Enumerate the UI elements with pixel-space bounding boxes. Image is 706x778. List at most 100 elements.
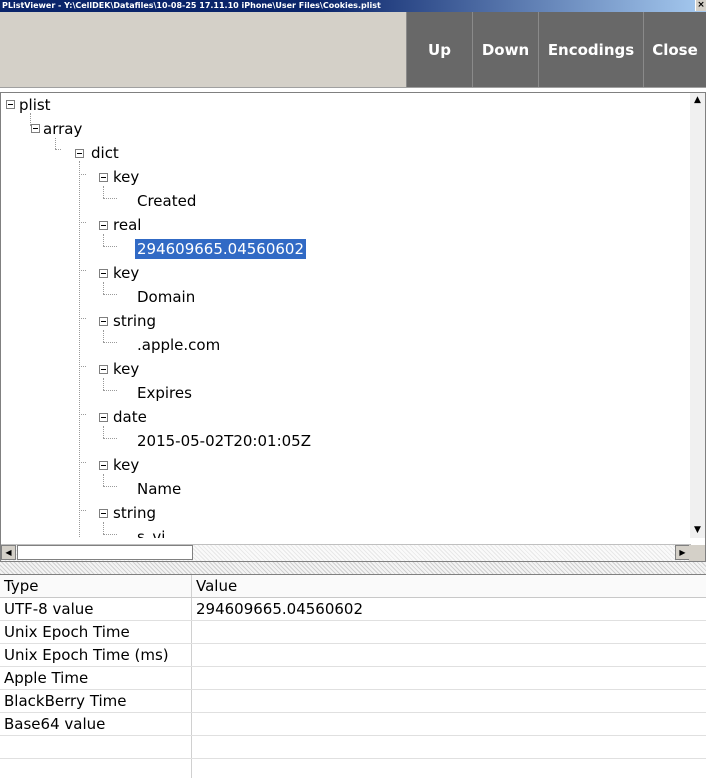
scroll-thumb[interactable] [17, 545, 193, 560]
table-row[interactable]: Unix Epoch Time [0, 621, 706, 644]
value-cell [192, 713, 706, 735]
window-close-icon[interactable]: × [695, 0, 706, 11]
tree-node-key[interactable]: key [113, 167, 139, 187]
title-bar: PListViewer - Y:\CellDEK\Datafiles\10-08… [0, 0, 706, 12]
table-row[interactable]: Apple Time [0, 667, 706, 690]
tree-connector [79, 222, 86, 223]
collapse-icon[interactable] [75, 149, 84, 158]
type-cell [0, 759, 192, 778]
tree-node-value[interactable]: Created [137, 191, 196, 211]
tree-connector [79, 366, 86, 367]
tree-connector [103, 390, 117, 391]
tree-connector [103, 438, 117, 439]
toolbar: Up Down Encodings Close [0, 12, 706, 88]
value-cell [192, 644, 706, 666]
value-cell [192, 667, 706, 689]
table-row[interactable]: BlackBerry Time [0, 690, 706, 713]
tree-connector [79, 510, 86, 511]
tree-node-value[interactable]: Name [137, 479, 181, 499]
tree-connector [103, 282, 104, 294]
tree-node-real[interactable]: real [113, 215, 141, 235]
tree-connector [103, 234, 104, 246]
tree-connector [103, 342, 117, 343]
tree-connector [79, 462, 86, 463]
type-cell: BlackBerry Time [0, 690, 192, 712]
tree-node-dict[interactable]: dict [91, 143, 119, 163]
tree-connector [103, 294, 117, 295]
value-cell [192, 621, 706, 643]
type-cell: Base64 value [0, 713, 192, 735]
tree-connector [103, 426, 104, 438]
tree-connector [103, 474, 104, 486]
type-column-header[interactable]: Type [0, 575, 192, 597]
collapse-icon[interactable] [99, 413, 108, 422]
tree-connector [103, 198, 117, 199]
tree-connector [55, 149, 61, 150]
table-row[interactable]: Unix Epoch Time (ms) [0, 644, 706, 667]
value-cell: 294609665.04560602 [196, 600, 364, 618]
collapse-icon[interactable] [6, 100, 15, 109]
scroll-right-arrow-icon[interactable]: ▶ [675, 545, 690, 560]
collapse-icon[interactable] [99, 173, 108, 182]
tree-node-value[interactable]: Domain [137, 287, 195, 307]
scrollbar-corner [689, 545, 705, 561]
collapse-icon[interactable] [99, 461, 108, 470]
plist-tree-panel: plist array dict key Created real 294609… [0, 92, 706, 562]
tree-connector [103, 246, 117, 247]
tree-connector [79, 174, 86, 175]
tree-connector [79, 270, 86, 271]
tree-connector [103, 534, 117, 535]
tree-connector [79, 161, 80, 538]
window-title: PListViewer - Y:\CellDEK\Datafiles\10-08… [2, 1, 381, 10]
value-grid: Type Value UTF-8 value 294609665.0456060… [0, 574, 706, 778]
type-cell: Unix Epoch Time [0, 621, 192, 643]
down-button[interactable]: Down [472, 12, 538, 87]
tree-node-string[interactable]: string [113, 503, 156, 523]
up-button[interactable]: Up [406, 12, 472, 87]
tree-connector [103, 486, 117, 487]
tree-connector [79, 414, 86, 415]
collapse-icon[interactable] [31, 124, 40, 133]
tree-connector [103, 378, 104, 390]
encodings-button[interactable]: Encodings [538, 12, 643, 87]
type-cell [0, 736, 192, 758]
collapse-icon[interactable] [99, 509, 108, 518]
value-column-header[interactable]: Value [192, 575, 706, 597]
tree-node-key[interactable]: key [113, 455, 139, 475]
scroll-down-arrow-icon[interactable]: ▼ [690, 523, 705, 538]
tree-connector [103, 522, 104, 534]
tree-node-plist[interactable]: plist [19, 95, 51, 115]
tree-node-value[interactable]: Expires [137, 383, 192, 403]
collapse-icon[interactable] [99, 365, 108, 374]
tree-horizontal-scrollbar[interactable]: ◀ ▶ [1, 544, 691, 561]
plist-tree[interactable]: plist array dict key Created real 294609… [1, 93, 691, 538]
tree-node-value[interactable]: .apple.com [137, 335, 220, 355]
table-row[interactable]: Base64 value [0, 713, 706, 736]
grid-header-row: Type Value [0, 575, 706, 598]
collapse-icon[interactable] [99, 317, 108, 326]
tree-node-string[interactable]: string [113, 311, 156, 331]
tree-node-array[interactable]: array [43, 119, 82, 139]
tree-node-key[interactable]: key [113, 359, 139, 379]
tree-node-selected-value[interactable]: 294609665.04560602 [135, 239, 307, 259]
close-button[interactable]: Close [643, 12, 706, 87]
table-row-empty [0, 736, 706, 759]
panel-splitter[interactable] [0, 562, 706, 574]
tree-connector [79, 318, 86, 319]
tree-node-value[interactable]: s_vi [137, 527, 165, 538]
tree-connector [55, 138, 56, 149]
value-cell [192, 690, 706, 712]
collapse-icon[interactable] [99, 221, 108, 230]
tree-connector [103, 330, 104, 342]
tree-node-date[interactable]: date [113, 407, 147, 427]
collapse-icon[interactable] [99, 269, 108, 278]
tree-connector [103, 186, 104, 198]
tree-node-key[interactable]: key [113, 263, 139, 283]
scroll-left-arrow-icon[interactable]: ◀ [1, 545, 16, 560]
scroll-up-arrow-icon[interactable]: ▲ [690, 93, 705, 108]
table-row-empty [0, 759, 706, 778]
tree-node-value[interactable]: 2015-05-02T20:01:05Z [137, 431, 311, 451]
table-row[interactable]: UTF-8 value 294609665.04560602 [0, 598, 706, 621]
type-cell: Unix Epoch Time (ms) [0, 644, 192, 666]
tree-vertical-scrollbar[interactable]: ▲ ▼ [690, 93, 705, 538]
